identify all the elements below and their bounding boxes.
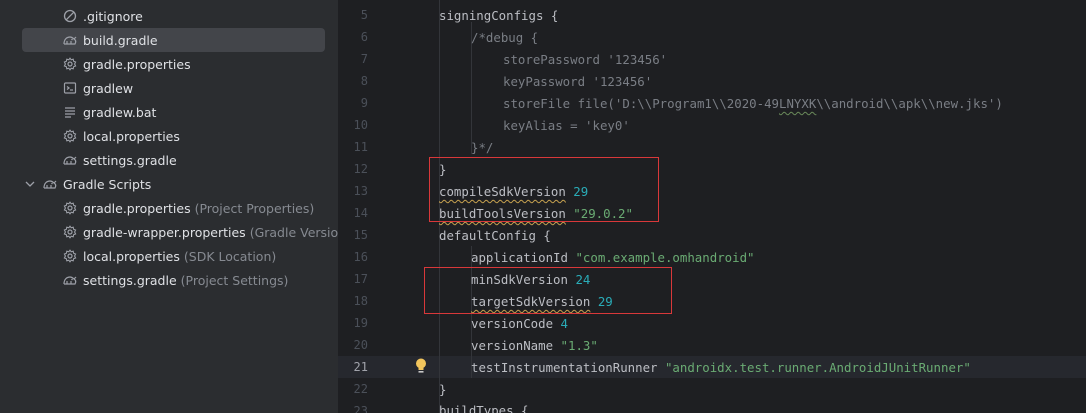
line-number: 13 bbox=[353, 184, 368, 198]
line-number: 23 bbox=[353, 404, 368, 413]
tree-item-settings-gradle[interactable]: settings.gradle (Project Settings) bbox=[22, 268, 325, 292]
tree-item-gradlew[interactable]: gradlew bbox=[22, 76, 325, 100]
code-line-10: keyAlias = 'key0' bbox=[503, 118, 630, 133]
project-tree-panel: .gitignore build.gradle gradle.properties g… bbox=[0, 0, 338, 413]
gradle-icon bbox=[62, 272, 78, 288]
code-line-23: buildTypes { bbox=[439, 403, 529, 413]
tree-item-hint: (Gradle Version) bbox=[249, 224, 338, 240]
line-number: 8 bbox=[360, 74, 368, 88]
terminal-icon bbox=[62, 80, 78, 96]
line-number: 6 bbox=[360, 30, 368, 44]
tree-item-build-gradle[interactable]: build.gradle bbox=[22, 28, 325, 52]
gear-icon bbox=[62, 224, 78, 240]
line-number: 5 bbox=[360, 8, 368, 22]
code-line-16: applicationId "com.example.omhandroid" bbox=[471, 250, 755, 265]
code-line-6: /*debug { bbox=[471, 30, 539, 45]
code-line-11: }*/ bbox=[471, 140, 494, 155]
tree-item-gradle-wrapper-properties[interactable]: gradle-wrapper.properties(Gradle Version… bbox=[22, 220, 338, 244]
tree-item-label: Gradle Scripts bbox=[63, 176, 152, 192]
tree-item-gitignore[interactable]: .gitignore bbox=[22, 4, 325, 28]
code-line-7: storePassword '123456' bbox=[503, 52, 668, 67]
line-number: 15 bbox=[353, 228, 368, 242]
gradle-icon bbox=[62, 32, 78, 48]
gradle-icon bbox=[62, 152, 78, 168]
tree-item-label: gradlew bbox=[83, 80, 134, 96]
line-number: 21 bbox=[353, 360, 368, 374]
gear-icon bbox=[62, 56, 78, 72]
code-line-22: } bbox=[439, 382, 447, 397]
line-number: 19 bbox=[353, 316, 368, 330]
lightbulb-icon[interactable] bbox=[414, 357, 428, 375]
tree-item-label: local.properties bbox=[83, 128, 180, 144]
tree-item-label: local.properties bbox=[83, 248, 180, 264]
line-number: 18 bbox=[353, 294, 368, 308]
code-editor[interactable]: 5 6 7 8 9 10 11 12 13 14 15 16 17 18 19 20 21 22 23 signin… bbox=[338, 0, 1086, 413]
gear-icon bbox=[62, 128, 78, 144]
line-number: 14 bbox=[353, 206, 368, 220]
gitignore-icon bbox=[62, 8, 78, 24]
line-number: 22 bbox=[353, 382, 368, 396]
tree-item-settings-gradle[interactable]: settings.gradle bbox=[22, 148, 325, 172]
tree-item-gradle-scripts[interactable]: Gradle Scripts bbox=[22, 172, 325, 196]
tree-item-label: settings.gradle bbox=[83, 152, 177, 168]
tree-item-label: gradle.properties bbox=[83, 200, 191, 216]
gear-icon bbox=[62, 200, 78, 216]
tree-item-hint: (Project Properties) bbox=[194, 200, 315, 216]
line-number: 9 bbox=[360, 96, 368, 110]
line-number: 20 bbox=[353, 338, 368, 352]
gear-icon bbox=[62, 248, 78, 264]
tree-item-local-properties[interactable]: local.properties bbox=[22, 124, 325, 148]
line-number: 11 bbox=[353, 140, 368, 154]
tree-item-label: gradle.properties bbox=[83, 56, 191, 72]
line-number: 17 bbox=[353, 272, 368, 286]
line-number: 12 bbox=[353, 162, 368, 176]
tree-item-label: settings.gradle bbox=[83, 272, 177, 288]
code-line-20: versionName "1.3" bbox=[471, 338, 598, 353]
code-line-19: versionCode 4 bbox=[471, 316, 568, 331]
highlight-box-default-config bbox=[424, 267, 672, 314]
tree-item-gradlew-bat[interactable]: gradlew.bat bbox=[22, 100, 325, 124]
chevron-down-icon[interactable] bbox=[24, 177, 36, 191]
highlight-box-sdk-versions bbox=[429, 157, 659, 222]
tree-item-gradle-properties[interactable]: gradle.properties bbox=[22, 52, 325, 76]
code-line-21: testInstrumentationRunner "androidx.test… bbox=[471, 360, 971, 375]
tree-item-label: .gitignore bbox=[83, 8, 143, 24]
tree-item-label: gradlew.bat bbox=[83, 104, 157, 120]
text-file-icon bbox=[62, 104, 78, 120]
tree-item-hint: (Project Settings) bbox=[180, 272, 289, 288]
line-number: 16 bbox=[353, 250, 368, 264]
tree-item-gradle-properties[interactable]: gradle.properties (Project Properties) bbox=[22, 196, 325, 220]
line-number: 7 bbox=[360, 52, 368, 66]
tree-item-label: gradle-wrapper.properties bbox=[83, 224, 246, 240]
code-line-8: keyPassword '123456' bbox=[503, 74, 653, 89]
code-line-5: signingConfigs { bbox=[439, 8, 559, 23]
tree-item-hint: (SDK Location) bbox=[183, 248, 277, 264]
gradle-icon bbox=[42, 176, 58, 192]
code-line-9: storeFile file('D:\\Program1\\2020-49LNY… bbox=[503, 96, 1003, 111]
tree-item-label: build.gradle bbox=[83, 32, 158, 48]
tree-item-local-properties[interactable]: local.properties (SDK Location) bbox=[22, 244, 325, 268]
line-number: 10 bbox=[353, 118, 368, 132]
code-line-15: defaultConfig { bbox=[439, 228, 551, 243]
